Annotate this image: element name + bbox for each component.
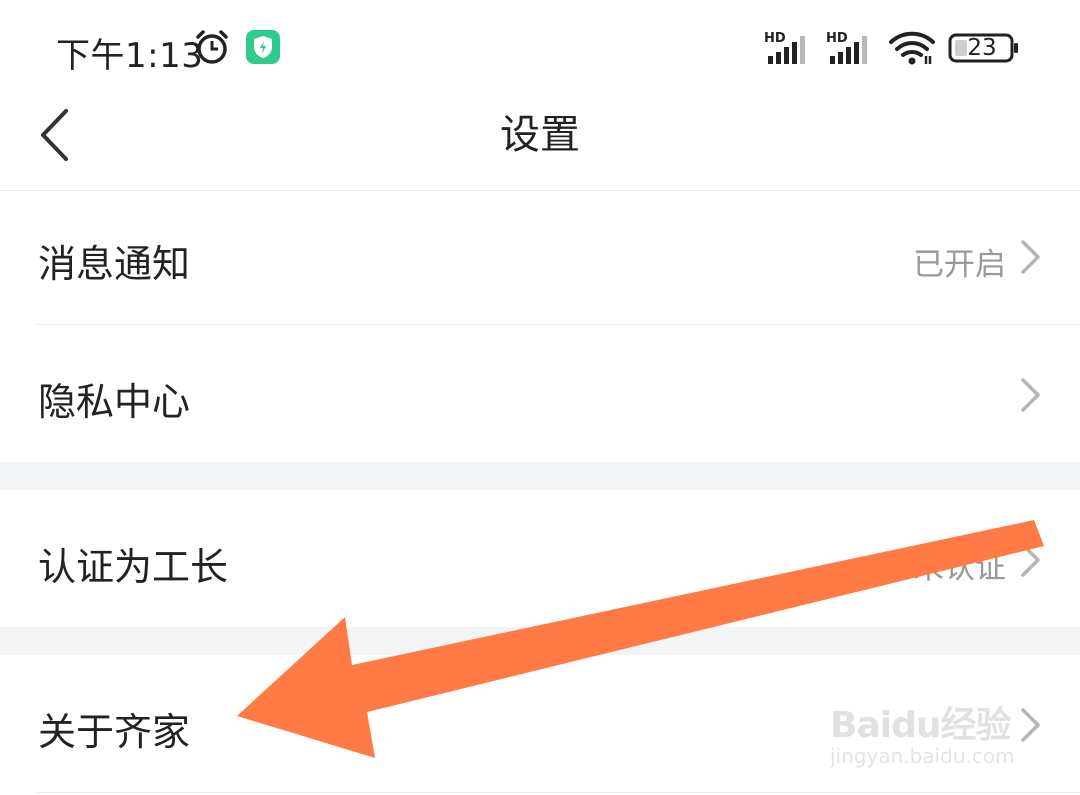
wifi-icon (889, 31, 935, 65)
battery-level: 23 (967, 35, 997, 61)
hd-badge: HD (764, 31, 786, 46)
nav-bar: 设置 (0, 95, 1080, 191)
settings-row-certify[interactable]: 认证为工长 未认证 (0, 490, 1080, 627)
hd-badge: HD (826, 31, 848, 46)
status-bar: 下午1:13 HD HD 23 (0, 0, 1080, 95)
page-title: 设置 (500, 112, 580, 158)
row-label: 隐私中心 (38, 380, 191, 424)
chevron-right-icon (1021, 543, 1040, 577)
watermark: Baidu经验 jingyan.baidu.com (830, 678, 1030, 778)
row-label: 认证为工长 (38, 545, 229, 589)
watermark-sub: jingyan.baidu.com (830, 744, 1015, 768)
settings-row-notifications[interactable]: 消息通知 已开启 (0, 191, 1080, 324)
watermark-main: Baidu经验 (830, 705, 1011, 746)
shield-app-icon (246, 30, 280, 64)
signal-icon: HD (764, 31, 805, 64)
chevron-right-icon (1021, 378, 1040, 412)
alarm-icon (196, 30, 228, 64)
row-label: 关于齐家 (38, 710, 191, 754)
section-gap (0, 627, 1080, 655)
row-value: 已开启 (913, 247, 1006, 283)
signal-icon: HD (826, 31, 867, 64)
divider (36, 792, 1080, 793)
chevron-right-icon (1021, 240, 1040, 274)
row-value: 未认证 (913, 550, 1006, 586)
settings-row-privacy[interactable]: 隐私中心 (0, 325, 1080, 462)
section-gap (0, 462, 1080, 490)
row-label: 消息通知 (38, 242, 191, 286)
status-time: 下午1:13 (56, 36, 204, 76)
